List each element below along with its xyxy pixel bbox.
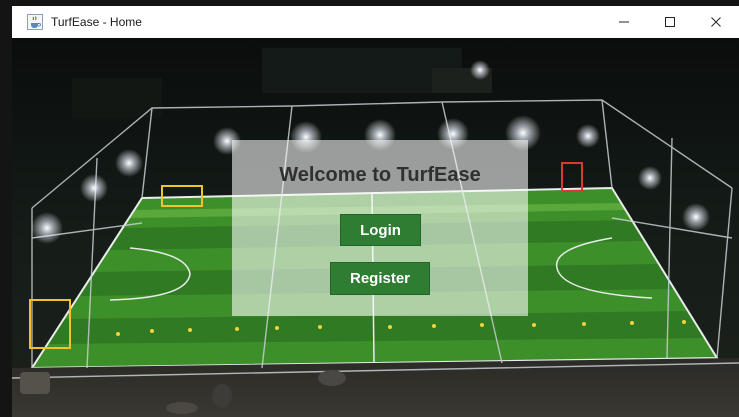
welcome-panel: Welcome to TurfEase Login Register [232,140,528,316]
close-icon [711,17,721,27]
home-content: Welcome to TurfEase Login Register [12,38,739,417]
login-button[interactable]: Login [340,214,421,246]
maximize-icon [665,17,675,27]
window-title: TurfEase - Home [51,15,142,29]
welcome-heading: Welcome to TurfEase [279,164,481,186]
java-cup-icon [26,13,44,31]
window-shadow-left [0,0,12,417]
close-button[interactable] [693,6,739,38]
minimize-button[interactable] [601,6,647,38]
title-bar[interactable]: TurfEase - Home [12,6,739,38]
register-button[interactable]: Register [330,262,430,295]
minimize-icon [619,21,629,23]
maximize-button[interactable] [647,6,693,38]
